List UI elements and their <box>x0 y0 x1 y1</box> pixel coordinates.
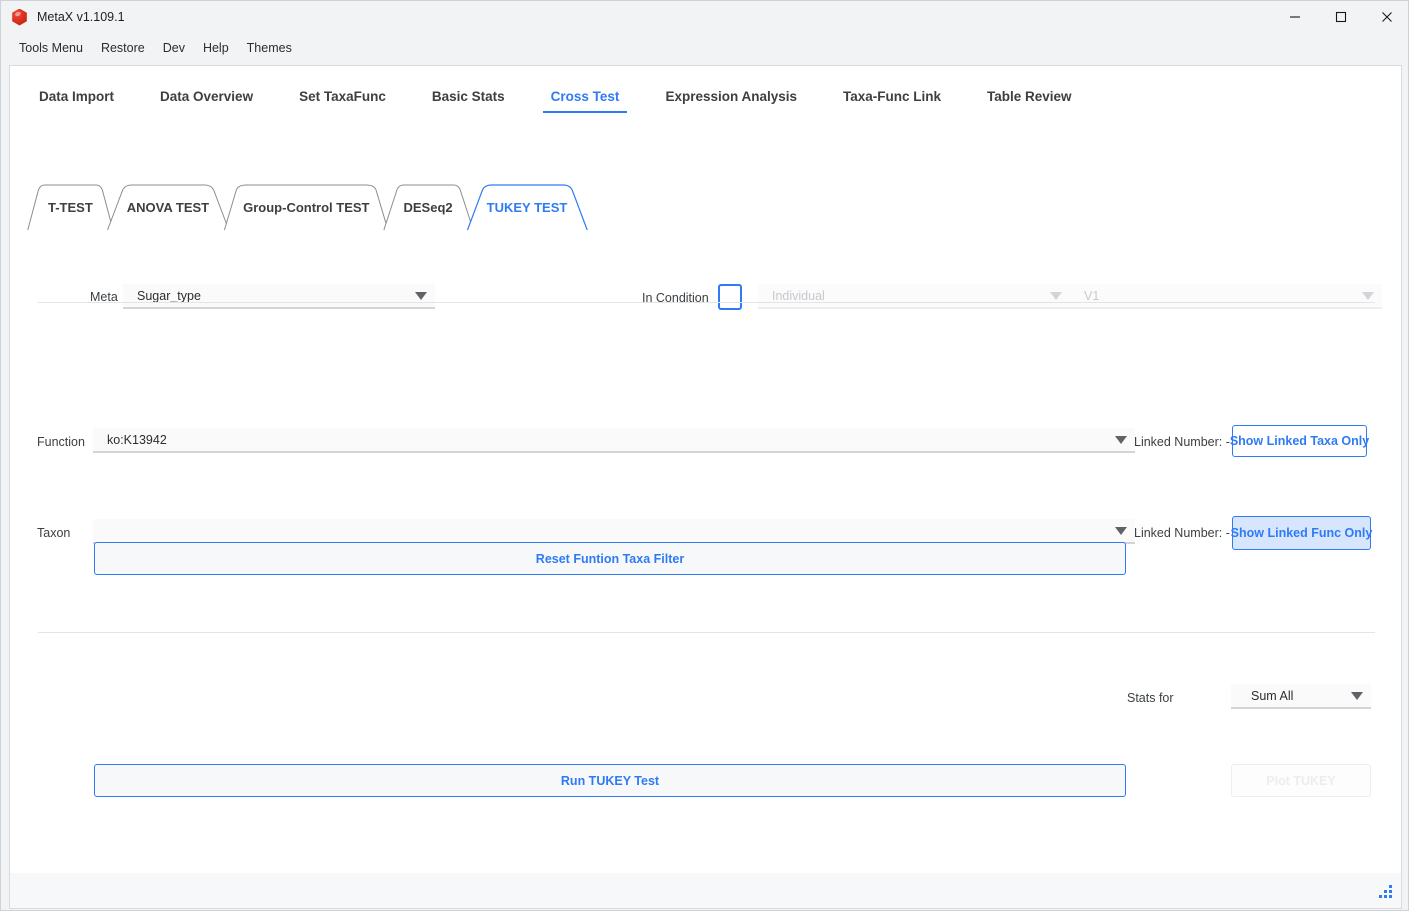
main-tab-bar: Data Import Data Overview Set TaxaFunc B… <box>10 83 1401 119</box>
subtab-label-t-test: T-TEST <box>48 199 93 215</box>
menu-item-dev[interactable]: Dev <box>154 37 194 59</box>
stats-for-label: Stats for <box>1127 691 1174 705</box>
tab-set-taxafunc[interactable]: Set TaxaFunc <box>299 83 386 113</box>
subtab-group-control-test[interactable]: Group-Control TEST <box>221 184 391 230</box>
chevron-down-icon <box>1351 691 1363 700</box>
sub-tab-bar: T-TEST ANOVA TEST Group-Control TEST DES… <box>26 184 579 230</box>
tab-basic-stats[interactable]: Basic Stats <box>432 83 505 113</box>
window-title: MetaX v1.109.1 <box>37 10 125 24</box>
reset-function-taxa-filter-button[interactable]: Reset Funtion Taxa Filter <box>94 542 1126 575</box>
condition-select: Individual <box>758 284 1070 309</box>
menu-item-restore[interactable]: Restore <box>92 37 154 59</box>
menu-item-themes[interactable]: Themes <box>238 37 301 59</box>
window-controls <box>1272 1 1408 33</box>
chevron-down-icon <box>1115 435 1127 444</box>
tab-table-review[interactable]: Table Review <box>987 83 1072 113</box>
function-select-value: ko:K13942 <box>107 432 167 447</box>
chevron-down-icon <box>1115 526 1127 535</box>
condition-value-select-value: V1 <box>1084 288 1100 303</box>
function-linked-number: Linked Number: - <box>1134 435 1230 449</box>
app-window: MetaX v1.109.1 Tools Menu Restore Dev He… <box>0 0 1409 911</box>
condition-value-select: V1 <box>1070 284 1382 309</box>
in-condition-checkbox[interactable] <box>718 284 742 310</box>
resize-grip-icon[interactable] <box>1373 881 1395 903</box>
subtab-label-group-control-test: Group-Control TEST <box>243 199 370 215</box>
status-bar <box>9 873 1402 909</box>
show-linked-func-only-button[interactable]: Show Linked Func Only <box>1231 516 1372 550</box>
subtab-label-tukey-test: TUKEY TEST <box>486 199 568 215</box>
minimize-icon[interactable] <box>1272 1 1318 33</box>
meta-select[interactable]: Sugar_type <box>123 284 435 309</box>
close-icon[interactable] <box>1364 1 1408 33</box>
run-tukey-test-button[interactable]: Run TUKEY Test <box>94 764 1126 797</box>
subtab-anova-test[interactable]: ANOVA TEST <box>105 184 231 230</box>
function-select[interactable]: ko:K13942 <box>93 428 1135 453</box>
subtab-label-anova-test: ANOVA TEST <box>126 199 210 215</box>
subtab-tukey-test[interactable]: TUKEY TEST <box>465 184 590 230</box>
taxon-linked-number: Linked Number: - <box>1134 526 1230 540</box>
menu-bar: Tools Menu Restore Dev Help Themes <box>1 33 1408 63</box>
hexagon-app-icon <box>12 8 27 26</box>
show-linked-taxa-only-button[interactable]: Show Linked Taxa Only <box>1230 425 1369 457</box>
maximize-icon[interactable] <box>1318 1 1364 33</box>
content-panel: Data Import Data Overview Set TaxaFunc B… <box>9 65 1402 903</box>
chevron-down-icon <box>1050 291 1062 300</box>
tab-data-overview[interactable]: Data Overview <box>160 83 253 113</box>
condition-select-value: Individual <box>772 288 825 303</box>
tab-data-import[interactable]: Data Import <box>39 83 114 113</box>
menu-item-help[interactable]: Help <box>194 37 238 59</box>
meta-select-value: Sugar_type <box>137 288 201 303</box>
stats-for-select[interactable]: Sum All <box>1231 684 1371 709</box>
subtab-label-deseq2: DESeq2 <box>403 199 453 215</box>
tab-cross-test[interactable]: Cross Test <box>542 83 628 113</box>
plot-tukey-button: Plot TUKEY <box>1231 764 1371 797</box>
chevron-down-icon <box>415 291 427 300</box>
menu-item-tools-menu[interactable]: Tools Menu <box>10 37 92 59</box>
function-label: Function <box>37 435 85 449</box>
taxon-label: Taxon <box>37 526 71 540</box>
taxon-select[interactable] <box>93 519 1135 544</box>
stats-for-select-value: Sum All <box>1251 688 1294 703</box>
tab-expression-analysis[interactable]: Expression Analysis <box>665 83 797 113</box>
subtab-t-test[interactable]: T-TEST <box>26 184 115 230</box>
title-bar: MetaX v1.109.1 <box>1 1 1408 33</box>
tab-taxa-func-link[interactable]: Taxa-Func Link <box>843 83 941 113</box>
chevron-down-icon <box>1362 291 1374 300</box>
subtab-deseq2[interactable]: DESeq2 <box>382 184 475 230</box>
separator-top <box>38 302 1375 303</box>
separator-bottom <box>38 632 1375 633</box>
